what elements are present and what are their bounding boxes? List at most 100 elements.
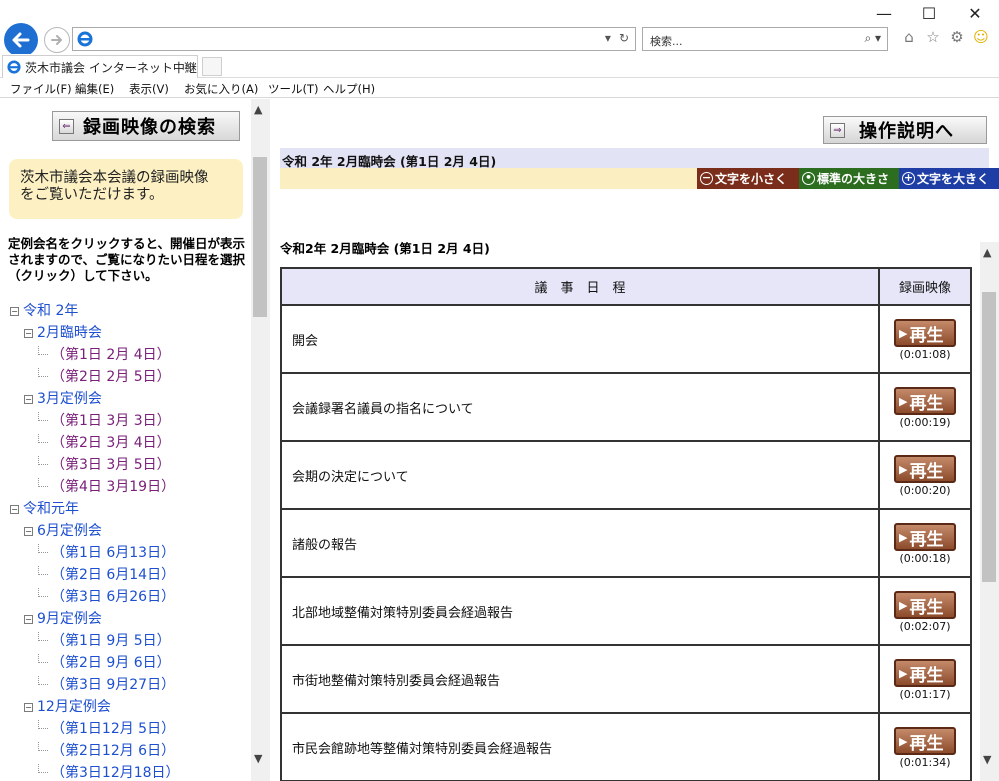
tree-label[interactable]: （第1日12月 5日） [51, 721, 175, 737]
left-scroll-thumb[interactable] [253, 157, 267, 317]
tree-day[interactable]: （第3日 9月27日） [38, 674, 175, 696]
minimize-button[interactable]: — [864, 2, 904, 24]
tree-session[interactable]: −9月定例会 [24, 608, 102, 630]
play-button[interactable]: ▶ 再生 [894, 319, 956, 347]
right-scroll-thumb[interactable] [982, 292, 996, 582]
tree-day[interactable]: （第1日 6月13日） [38, 542, 175, 564]
arrow-square-icon: ⇒ [830, 122, 845, 138]
tree-label[interactable]: （第3日12月18日） [51, 765, 180, 781]
close-window-button[interactable]: ✕ [955, 2, 995, 24]
tree-label[interactable]: （第3日 3月 5日） [51, 457, 171, 473]
forward-arrow-icon [51, 35, 62, 45]
tree-label[interactable]: （第2日 2月 5日） [51, 369, 171, 385]
tree-label[interactable]: 3月定例会 [37, 391, 102, 407]
forward-button[interactable] [44, 27, 70, 53]
tree-day[interactable]: （第1日 3月 3日） [38, 410, 171, 432]
menu-file[interactable]: ファイル(F) [10, 81, 72, 97]
refresh-icon[interactable]: ↻ [619, 31, 629, 45]
tree-day[interactable]: （第3日 6月26日） [38, 586, 175, 608]
tree-label[interactable]: （第3日 6月26日） [51, 589, 175, 605]
new-tab-button[interactable] [202, 57, 222, 76]
play-button[interactable]: ▶ 再生 [894, 591, 956, 619]
tree-day[interactable]: （第2日 3月 4日） [38, 432, 171, 454]
search-box[interactable]: 検索... ⌕ ▾ [642, 27, 888, 51]
font-smaller-button[interactable]: − 文字を小さく [697, 168, 799, 189]
play-icon: ▶ [899, 326, 908, 340]
tree-label[interactable]: 9月定例会 [37, 611, 102, 627]
menu-tools[interactable]: ツール(T) [268, 81, 319, 97]
scroll-up-icon[interactable]: ▲ [983, 246, 991, 259]
info-text-line1: 茨木市議会本会議の録画映像 [20, 170, 209, 186]
tree-line-icon [38, 764, 48, 773]
font-larger-button[interactable]: + 文字を大きく [899, 168, 999, 189]
maximize-button[interactable]: ☐ [909, 2, 949, 24]
right-scrollbar[interactable]: ▲ ▼ [980, 242, 999, 781]
tree-label[interactable]: 令和元年 [23, 501, 79, 517]
play-button[interactable]: ▶ 再生 [894, 727, 956, 755]
play-button[interactable]: ▶ 再生 [894, 387, 956, 415]
browser-window: — ☐ ✕ ▾ ↻ 検索... ⌕ ▾ ⌂ ☆ ⚙ ☺ 茨木市議会 インターネッ… [0, 0, 999, 781]
scroll-down-icon[interactable]: ▼ [254, 752, 262, 765]
tree-line-icon [38, 632, 48, 641]
tree-label[interactable]: （第2日 3月 4日） [51, 435, 171, 451]
tree-label[interactable]: （第2日 9月 6日） [51, 655, 171, 671]
minus-icon: − [700, 171, 713, 185]
tree-label[interactable]: （第1日 2月 4日） [51, 347, 171, 363]
tree-day[interactable]: （第2日 9月 6日） [38, 652, 171, 674]
scroll-down-icon[interactable]: ▼ [983, 753, 991, 766]
play-button[interactable]: ▶ 再生 [894, 523, 956, 551]
agenda-row: 諸般の報告 ▶ 再生 (0:00:18) [280, 508, 972, 578]
search-icon[interactable]: ⌕ ▾ [864, 31, 881, 46]
tree-label[interactable]: （第1日 9月 5日） [51, 633, 171, 649]
address-bar[interactable]: ▾ ↻ [72, 27, 636, 51]
tree-year[interactable]: − 令和 2年 [10, 300, 78, 322]
tree-day[interactable]: （第2日12月 6日） [38, 740, 175, 762]
tree-label[interactable]: （第1日 6月13日） [51, 545, 175, 561]
scroll-up-icon[interactable]: ▲ [254, 103, 262, 116]
video-duration: (0:01:08) [899, 348, 951, 361]
tree-session[interactable]: −3月定例会 [24, 388, 102, 410]
dropdown-icon[interactable]: ▾ [605, 31, 611, 45]
tree-label[interactable]: 2月臨時会 [37, 325, 102, 341]
video-duration: (0:00:18) [899, 552, 951, 565]
menu-edit[interactable]: 編集(E) [75, 81, 114, 97]
tree-year[interactable]: − 令和元年 [10, 498, 79, 520]
tree-day[interactable]: （第1日12月 5日） [38, 718, 175, 740]
menu-favorites[interactable]: お気に入り(A) [184, 81, 258, 97]
menu-view[interactable]: 表示(V) [129, 81, 169, 97]
tree-day[interactable]: （第4日 3月19日） [38, 476, 175, 498]
tree-day[interactable]: （第2日 2月 5日） [38, 366, 171, 388]
gear-icon[interactable]: ⚙ [948, 28, 966, 46]
tree-day[interactable]: （第3日12月18日） [38, 762, 180, 781]
tree-label[interactable]: （第2日 6月14日） [51, 567, 175, 583]
play-button[interactable]: ▶ 再生 [894, 455, 956, 483]
home-icon[interactable]: ⌂ [900, 28, 918, 46]
tree-label[interactable]: （第1日 3月 3日） [51, 413, 171, 429]
menu-help[interactable]: ヘルプ(H) [323, 81, 375, 97]
star-icon[interactable]: ☆ [924, 28, 942, 46]
tree-day[interactable]: （第2日 6月14日） [38, 564, 175, 586]
tab-close-icon[interactable]: ✕ [183, 59, 193, 73]
video-cell: ▶ 再生 (0:02:07) [878, 576, 972, 646]
help-button[interactable]: ⇒ 操作説明へ [823, 116, 987, 144]
tree-label[interactable]: 令和 2年 [23, 303, 78, 319]
back-button[interactable] [4, 23, 38, 57]
agenda-item: 市街地整備対策特別委員会経過報告 [280, 644, 880, 714]
tab-active[interactable]: 茨木市議会 インターネット中継 ✕ [2, 55, 198, 78]
smiley-icon[interactable]: ☺ [972, 28, 990, 46]
font-standard-button[interactable]: • 標準の大きさ [799, 168, 899, 189]
tree-label[interactable]: （第2日12月 6日） [51, 743, 175, 759]
tree-session[interactable]: −6月定例会 [24, 520, 102, 542]
tree-label[interactable]: 12月定例会 [37, 699, 111, 715]
tree-day[interactable]: （第1日 9月 5日） [38, 630, 171, 652]
tree-session[interactable]: −12月定例会 [24, 696, 111, 718]
tree-label[interactable]: 6月定例会 [37, 523, 102, 539]
tree-label[interactable]: （第3日 9月27日） [51, 677, 175, 693]
tree-label[interactable]: （第4日 3月19日） [51, 479, 175, 495]
tree-session[interactable]: −2月臨時会 [24, 322, 102, 344]
left-scrollbar[interactable]: ▲ ▼ [251, 99, 270, 781]
play-button[interactable]: ▶ 再生 [894, 659, 956, 687]
tree-day[interactable]: （第1日 2月 4日） [38, 344, 171, 366]
tree-line-icon [38, 676, 48, 685]
tree-day[interactable]: （第3日 3月 5日） [38, 454, 171, 476]
